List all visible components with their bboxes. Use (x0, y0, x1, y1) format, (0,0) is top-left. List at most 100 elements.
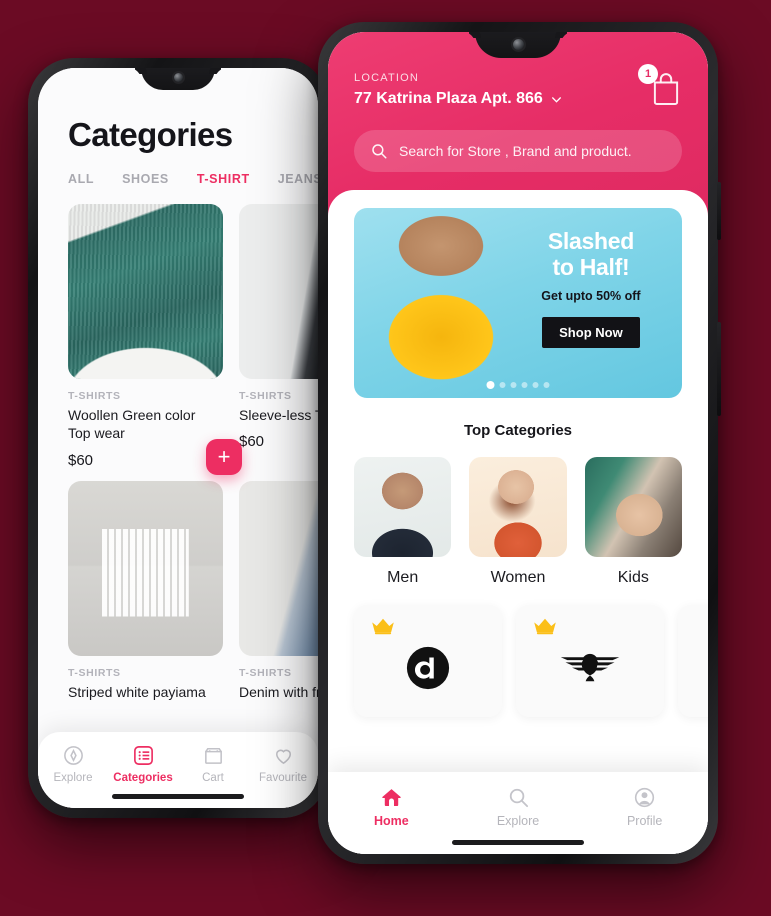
profile-icon (635, 787, 655, 808)
front-camera-icon (173, 73, 183, 82)
product-name: Denim with fr (239, 683, 318, 700)
left-phone-screen: Categories ALL SHOES T-SHIRT JEANS T-SHI… (38, 68, 318, 808)
tab-tshirt[interactable]: T-SHIRT (197, 172, 250, 186)
search-icon (509, 788, 528, 808)
nav-label: Cart (202, 772, 224, 784)
category-label: Women (490, 569, 546, 586)
front-camera-icon (512, 39, 524, 50)
product-category: T-SHIRTS (239, 666, 292, 679)
product-category: T-SHIRTS (239, 390, 292, 402)
banner-subtitle: Get upto 50% off (541, 289, 641, 304)
banner-headline-2: to Half! (552, 254, 630, 281)
product-card[interactable]: T-SHIRTS Woollen Green color Top wear $6… (68, 204, 223, 469)
carousel-dot-active[interactable] (486, 381, 495, 389)
nav-label: Favourite (259, 772, 307, 784)
shop-now-button[interactable]: Shop Now (542, 317, 640, 349)
crown-icon (372, 618, 394, 635)
heart-icon (275, 749, 291, 765)
product-name: Striped white payiama (68, 683, 206, 700)
categories-screen: Categories ALL SHOES T-SHIRT JEANS T-SHI… (38, 68, 318, 808)
brand-card[interactable] (516, 605, 664, 717)
power-button[interactable] (717, 322, 721, 416)
category-label: Men (387, 569, 419, 586)
home-icon (382, 789, 401, 807)
add-to-cart-button[interactable]: + (206, 439, 242, 475)
product-card[interactable]: T-SHIRTS Denim with fr (239, 480, 318, 701)
category-men[interactable]: Men (354, 457, 452, 587)
nav-item-explore[interactable]: Explore (455, 786, 582, 828)
product-image (239, 480, 318, 656)
carousel-dot[interactable] (521, 382, 528, 388)
right-phone-screen: LOCATION 77 Katrina Plaza Apt. 866 1 Sea… (328, 32, 708, 854)
product-grid: T-SHIRTS Woollen Green color Top wear $6… (38, 186, 318, 701)
nav-label: Home (373, 814, 409, 828)
home-indicator (112, 794, 244, 799)
carousel-dot[interactable] (532, 382, 539, 388)
search-input[interactable]: Search for Store , Brand and product. (354, 130, 682, 172)
nav-item-profile[interactable]: Profile (581, 786, 708, 828)
category-image (354, 457, 452, 557)
product-image (68, 204, 223, 379)
category-women[interactable]: Women (469, 457, 567, 587)
product-card[interactable]: T-SHIRTS Sleeve-less Te $60 (239, 204, 318, 469)
category-label: Kids (617, 569, 649, 586)
circle-a-logo-icon (406, 646, 450, 690)
eagle-emblem-logo-icon (560, 653, 620, 682)
home-header: LOCATION 77 Katrina Plaza Apt. 866 1 Sea… (328, 32, 708, 216)
nav-label: Categories (113, 772, 173, 784)
location-label: LOCATION (354, 72, 420, 84)
carousel-dot[interactable] (543, 382, 550, 388)
top-categories-row: Men Women Kids (328, 439, 708, 587)
right-phone-mockup: LOCATION 77 Katrina Plaza Apt. 866 1 Sea… (318, 22, 721, 864)
nav-label: Explore (496, 814, 540, 828)
location-address: 77 Katrina Plaza Apt. 866 (354, 90, 543, 107)
brand-card-partial[interactable] (678, 605, 708, 717)
left-phone-mockup: Categories ALL SHOES T-SHIRT JEANS T-SHI… (28, 58, 328, 818)
product-image (239, 204, 318, 379)
search-icon (372, 144, 387, 159)
product-category: T-SHIRTS (68, 390, 121, 402)
promo-banner[interactable]: Slashed to Half! Get upto 50% off Shop N… (354, 208, 682, 398)
banner-text-block: Slashed to Half! Get upto 50% off Shop N… (514, 228, 668, 349)
chevron-down-icon (551, 96, 561, 103)
nav-label: Explore (53, 772, 93, 784)
carousel-dot[interactable] (510, 382, 517, 388)
tab-jeans[interactable]: JEANS (278, 172, 318, 186)
product-image (68, 480, 223, 656)
nav-label: Profile (626, 814, 663, 828)
banner-headline-1: Slashed (547, 228, 634, 254)
nav-item-home[interactable]: Home (328, 786, 455, 828)
left-phone-notch (141, 68, 215, 90)
banner-model-image (354, 208, 528, 398)
carousel-dots[interactable] (486, 381, 550, 389)
carousel-dot[interactable] (499, 382, 506, 388)
home-content-sheet: Slashed to Half! Get upto 50% off Shop N… (328, 190, 708, 854)
home-screen: LOCATION 77 Katrina Plaza Apt. 866 1 Sea… (328, 32, 708, 854)
tab-shoes[interactable]: SHOES (122, 172, 169, 186)
search-placeholder: Search for Store , Brand and product. (399, 143, 632, 159)
brands-row (328, 587, 708, 717)
home-indicator (452, 840, 584, 845)
nav-item-cart[interactable]: Cart (178, 744, 248, 784)
product-price: $60 (68, 451, 94, 469)
product-price: $60 (239, 433, 265, 451)
top-categories-title: Top Categories (463, 422, 573, 439)
category-tabs: ALL SHOES T-SHIRT JEANS (38, 154, 318, 186)
cart-icon (204, 748, 222, 764)
nav-item-favourite[interactable]: Favourite (248, 744, 318, 784)
cart-button[interactable]: 1 (638, 64, 682, 111)
volume-button[interactable] (717, 182, 721, 240)
right-phone-notch (475, 32, 561, 58)
list-icon (133, 746, 153, 765)
product-name: Woollen Green color Top wear (68, 407, 196, 442)
category-image (469, 457, 567, 557)
product-card[interactable]: T-SHIRTS Striped white payiama (68, 480, 223, 701)
tab-all[interactable]: ALL (68, 172, 94, 186)
category-kids[interactable]: Kids (584, 457, 682, 587)
nav-item-categories[interactable]: Categories (108, 744, 178, 784)
brand-card[interactable] (354, 605, 502, 717)
location-selector[interactable]: 77 Katrina Plaza Apt. 866 (354, 90, 682, 108)
cart-badge: 1 (638, 64, 658, 84)
nav-item-explore[interactable]: Explore (38, 744, 108, 784)
compass-icon (63, 746, 83, 765)
